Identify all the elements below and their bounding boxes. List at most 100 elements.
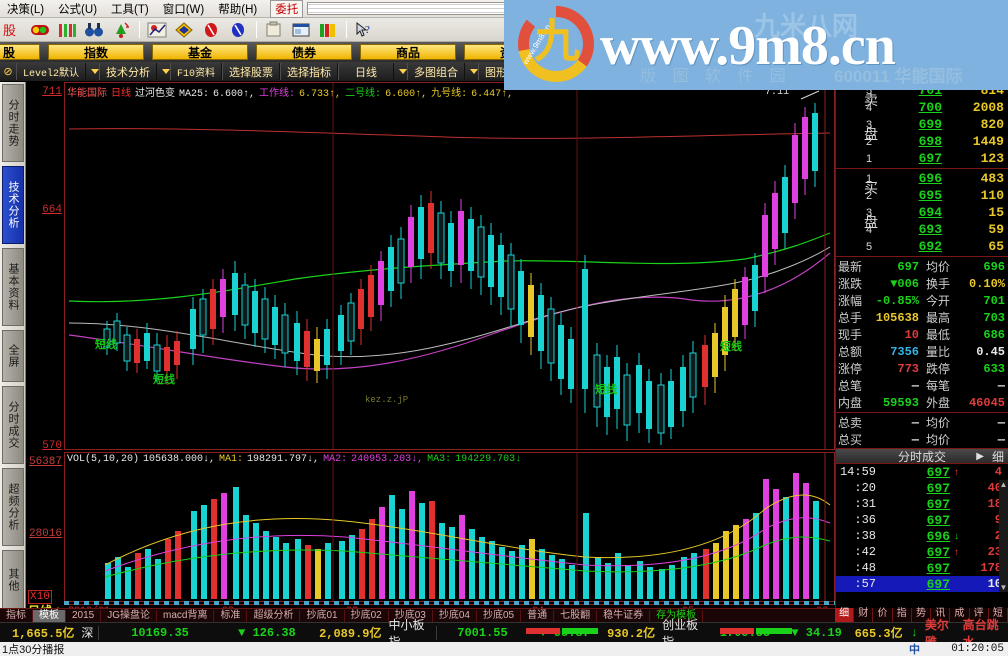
clipboard-icon[interactable] — [261, 20, 287, 40]
tab-2015[interactable]: 2015 — [66, 609, 102, 622]
tab-template[interactable]: 模板 — [33, 609, 66, 622]
window-split-icon[interactable] — [288, 20, 314, 40]
bars-icon[interactable] — [54, 20, 80, 40]
transaction-scrollbar[interactable]: ▲ ▼ — [999, 480, 1008, 592]
chart-area[interactable]: 711 664 570 56387 28016 X10 日线 — [26, 82, 835, 620]
magnet-blue-icon[interactable] — [225, 20, 251, 40]
transaction-row-1[interactable]: :20 697 40 — [836, 480, 1008, 496]
tab-indicator[interactable]: 指标 — [0, 609, 33, 622]
toolstrip-left-icon[interactable]: ⊘ — [0, 65, 16, 78]
sell-row-3[interactable]: 3 699 820 — [836, 116, 1008, 133]
bell-icon[interactable] — [108, 20, 134, 40]
transaction-row-5[interactable]: :42 697 ↑ 23 — [836, 544, 1008, 560]
rtab-detail[interactable]: 细 — [835, 608, 855, 622]
person-chart-icon[interactable] — [144, 20, 170, 40]
tab-super-analysis[interactable]: 超级分析 — [247, 609, 301, 622]
tab-wenniu-securities[interactable]: 稳牛证券 — [597, 609, 651, 622]
books-icon[interactable] — [315, 20, 341, 40]
category-commodity[interactable]: 商品 — [360, 44, 456, 60]
index-name-0[interactable]: 深 — [78, 624, 96, 641]
toolstrip-period-daily[interactable]: 日线 — [338, 63, 395, 80]
transaction-next-arrow-icon[interactable]: ▶ — [976, 451, 984, 462]
buy-row-5[interactable]: 5 692 65 — [836, 238, 1008, 255]
candlestick-pane[interactable]: 华能国际 日线 过河色变 MA25: 6.600↑, 工作线: 6.733↑, 二号线: 6.6… — [64, 82, 835, 450]
tab-macd-divergence[interactable]: macd背离 — [157, 609, 215, 622]
menu-item-formula[interactable]: 公式(U) — [51, 1, 104, 17]
category-stock[interactable]: 股 — [0, 44, 40, 60]
transaction-detail-tab[interactable]: 细 — [992, 448, 1004, 465]
index-amount-0: 1,665.5亿 — [12, 627, 75, 641]
transaction-list[interactable]: 14:59697↑4 :2069740 :3169718 :366979 :38… — [836, 464, 1008, 592]
level2-chevron-down-icon[interactable] — [91, 69, 100, 74]
binoculars-icon[interactable] — [81, 20, 107, 40]
sidebar-item-fullscreen[interactable]: 全屏 — [2, 330, 24, 382]
toolstrip-select-stock[interactable]: 选择股票 — [222, 63, 281, 80]
tab-jg-trading[interactable]: JG操盘论 — [101, 609, 158, 622]
ime-indicator-icon[interactable]: 中 — [909, 641, 920, 656]
menu-item-help[interactable]: 帮助(H) — [211, 1, 264, 17]
sell-row-2[interactable]: 2 698 1449 — [836, 133, 1008, 150]
sell-row-1[interactable]: 1 697 123 — [836, 150, 1008, 167]
rtab-price[interactable]: 价 — [873, 608, 893, 622]
sidebar-item-hifreq-analysis[interactable]: 超频分析 — [2, 468, 24, 546]
buy-row-4[interactable]: 4 693 59 — [836, 221, 1008, 238]
transaction-title: 分时成交 — [897, 449, 946, 464]
category-fund[interactable]: 基金 — [152, 44, 248, 60]
buy-volume-2: 110 — [980, 188, 1004, 203]
watermark-chart-text: kez.z.jP — [365, 395, 409, 405]
transaction-row-2[interactable]: :31 697 18 — [836, 496, 1008, 512]
volume-pane[interactable]: VOL(5,10,20) 105638.000↓, MA1: 198291.797↓,… — [64, 452, 835, 602]
tech-chevron-down-icon[interactable] — [162, 69, 171, 74]
toolstrip-tech-analysis[interactable]: 技术分析 — [99, 63, 158, 80]
diamond-icon[interactable] — [171, 20, 197, 40]
tab-seven-stock[interactable]: 七股翻 — [554, 609, 598, 622]
sidebar-item-technical-analysis[interactable]: 技术分析 — [2, 166, 24, 244]
transaction-row-6[interactable]: :48 697 178 — [836, 560, 1008, 576]
sidebar-item-other[interactable]: 其他 — [2, 550, 24, 610]
magnet-red-icon[interactable] — [198, 20, 224, 40]
tab-normal[interactable]: 普通 — [521, 609, 555, 622]
sell-row-4[interactable]: 4 700 2008 — [836, 99, 1008, 116]
category-bond[interactable]: 债券 — [256, 44, 352, 60]
sidebar-item-intraday-trend[interactable]: 分时走势 — [2, 84, 24, 162]
sidebar-item-intraday-trades[interactable]: 分时成交 — [2, 386, 24, 464]
buy-volume-4: 59 — [988, 222, 1004, 237]
chart-period: 日线 — [111, 89, 131, 100]
menu-item-tools[interactable]: 工具(T) — [104, 1, 156, 17]
traffic-light-icon[interactable] — [27, 20, 53, 40]
tab-bottom-04[interactable]: 抄底04 — [433, 609, 477, 622]
tab-bottom-01[interactable]: 抄底01 — [300, 609, 345, 622]
stock-red-icon[interactable]: 股 — [0, 20, 26, 40]
buy-row-2[interactable]: 2 695 110 — [836, 187, 1008, 204]
tab-standard[interactable]: 标准 — [214, 609, 248, 622]
multichart-chevron-down-icon[interactable] — [470, 69, 479, 74]
price-tick-0: 711 — [42, 86, 62, 98]
menu-item-decision[interactable]: 决策(L) — [0, 1, 51, 17]
chart-style-label: 过河色变 — [135, 89, 175, 100]
menu-item-window[interactable]: 窗口(W) — [156, 1, 212, 17]
toolstrip-f10[interactable]: F10资料 — [170, 63, 223, 80]
index-amount-1: 2,089.9亿 — [319, 627, 382, 641]
rtab-finance[interactable]: 财 — [854, 608, 874, 622]
plot-region[interactable]: 华能国际 日线 过河色变 MA25: 6.600↑, 工作线: 6.733↑, 二号线: 6.6… — [64, 82, 835, 620]
transaction-row-3[interactable]: :366979 — [836, 512, 1008, 528]
axis-stipple-band — [64, 601, 835, 605]
rtab-index[interactable]: 指 — [893, 608, 912, 622]
category-index[interactable]: 指数 — [48, 44, 144, 60]
transaction-header[interactable]: 分时成交 ▶ 细 — [836, 448, 1008, 464]
buy-row-3[interactable]: 3 694 15 — [836, 204, 1008, 221]
buy-row-1[interactable]: 1 696 483 — [836, 170, 1008, 187]
transaction-row-4[interactable]: :38696↓2 — [836, 528, 1008, 544]
sidebar-item-fundamentals[interactable]: 基本资料 — [2, 248, 24, 326]
transaction-row-0[interactable]: 14:59 697 ↑ 4 — [836, 464, 1008, 480]
volume-header-line: VOL(5,10,20) 105638.000↓, MA1: 198291.797↓,… — [67, 454, 525, 465]
toolstrip-level2[interactable]: Level2默认 — [16, 63, 87, 80]
entrust-button[interactable]: 委托 — [270, 0, 304, 18]
toolstrip-multi-chart[interactable]: 多图组合 — [407, 63, 466, 80]
tab-bottom-02[interactable]: 抄底02 — [345, 609, 389, 622]
period-chevron-down-icon[interactable] — [399, 69, 408, 74]
help-pointer-icon[interactable]: ? — [351, 20, 377, 40]
toolstrip-select-indicator[interactable]: 选择指标 — [280, 63, 339, 80]
tab-bottom-05[interactable]: 抄底05 — [477, 609, 522, 622]
transaction-row-7-selected[interactable]: :57 697 10 — [836, 576, 1008, 592]
